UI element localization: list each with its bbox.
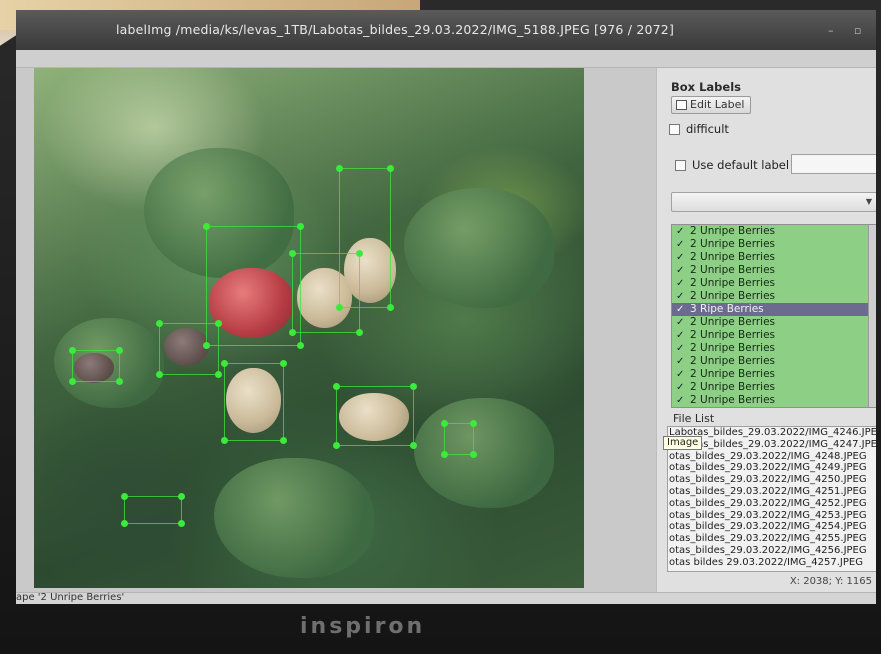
label-list-item[interactable]: ✓ 3 Ripe Berries (672, 303, 876, 316)
label-text: 2 Unripe Berries (690, 238, 776, 250)
file-list-item[interactable]: otas_bildes_29.03.2022/IMG_4256.JPEG (668, 545, 876, 557)
label-text: 2 Unripe Berries (690, 277, 776, 289)
cursor-coords: X: 2038; Y: 1165 (789, 576, 872, 587)
check-icon[interactable]: ✓ (676, 368, 686, 381)
labelimg-window: labelImg /media/ks/levas_1TB/Labotas_bil… (16, 10, 876, 604)
check-icon[interactable]: ✓ (676, 316, 686, 329)
label-list-item[interactable]: ✓ 2 Unripe Berries (672, 355, 876, 368)
laptop-brand-logo: inspiron (300, 614, 426, 639)
leaf (214, 458, 374, 578)
label-list-item[interactable]: ✓ 2 Unripe Berries (672, 238, 876, 251)
label-list[interactable]: ✓ 2 Unripe Berries ✓ 2 Unripe Berries ✓ 2 Unr… (671, 224, 876, 408)
canvas-area[interactable] (16, 68, 656, 592)
label-text: 2 Unripe Berries (690, 329, 776, 341)
label-text: 2 Unripe Berries (690, 381, 776, 393)
label-text: 2 Unripe Berries (690, 342, 776, 354)
difficult-label: difficult (686, 122, 729, 136)
photo-of-laptop-screen: labelImg /media/ks/levas_1TB/Labotas_bil… (0, 0, 881, 654)
maximize-icon[interactable]: ▫ (854, 24, 861, 37)
label-text: 3 Ripe Berries (690, 303, 764, 315)
file-list-item[interactable]: otas_bildes_29.03.2022/IMG_4253.JPEG (668, 510, 876, 522)
status-bar: ape '2 Unripe Berries' (16, 592, 876, 604)
bounding-box[interactable] (336, 165, 394, 311)
dock-title: Box Labels (671, 80, 741, 94)
check-icon[interactable]: ✓ (676, 342, 686, 355)
bounding-box[interactable] (333, 383, 417, 449)
title-bar: labelImg /media/ks/levas_1TB/Labotas_bil… (16, 10, 876, 50)
file-list-item[interactable]: otas_bildes_29.03.2022/IMG_4252.JPEG (668, 498, 876, 510)
checkbox-icon (669, 123, 680, 135)
use-default-label-text: Use default label (692, 158, 790, 172)
check-icon[interactable]: ✓ (676, 225, 686, 238)
status-text: ape '2 Unripe Berries' (16, 592, 125, 603)
label-list-item[interactable]: ✓ 2 Unripe Berries (672, 225, 876, 238)
window-title: labelImg /media/ks/levas_1TB/Labotas_bil… (116, 22, 675, 37)
label-list-item[interactable]: ✓ 2 Unripe Berries (672, 251, 876, 264)
label-text: 2 Unripe Berries (690, 251, 776, 263)
label-list-item[interactable]: ✓ 2 Unripe Berries (672, 381, 876, 394)
check-icon[interactable]: ✓ (676, 303, 686, 316)
label-list-item[interactable]: ✓ 2 Unripe Berries (672, 329, 876, 342)
check-icon[interactable]: ✓ (676, 251, 686, 264)
label-combo[interactable]: ▼ (671, 192, 876, 212)
label-list-item[interactable]: ✓ 2 Unripe Berries (672, 342, 876, 355)
check-icon[interactable]: ✓ (676, 355, 686, 368)
label-list-item[interactable]: ✓ 2 Unripe Berries (672, 264, 876, 277)
file-list-item[interactable]: otas_bildes_29.03.2022/IMG_4249.JPEG (668, 462, 876, 474)
file-list-item[interactable]: otas_bildes_29.03.2022/IMG_4248.JPEG (668, 451, 876, 463)
difficult-checkbox[interactable]: difficult (669, 122, 729, 136)
label-list-item[interactable]: ✓ 2 Unripe Berries (672, 316, 876, 329)
label-list-item[interactable]: ✓ 2 Unripe Berries (672, 368, 876, 381)
leaf (414, 398, 554, 508)
check-icon[interactable]: ✓ (676, 238, 686, 251)
check-icon[interactable]: ✓ (676, 381, 686, 394)
default-label-input[interactable] (791, 154, 876, 174)
label-list-item[interactable]: ✓ 2 Unripe Berries (672, 277, 876, 290)
check-icon[interactable]: ✓ (676, 394, 686, 407)
file-list-item[interactable]: otas_bildes_29.03.2022/IMG_4251.JPEG (668, 486, 876, 498)
chevron-down-icon: ▼ (865, 197, 872, 206)
label-list-item[interactable]: ✓ 2 Unripe Berries (672, 290, 876, 303)
label-text: 2 Unripe Berries (690, 368, 776, 380)
use-default-label-checkbox[interactable]: Use default label (675, 158, 789, 172)
file-list-title: File List (673, 412, 715, 425)
edit-label-button[interactable]: Edit Label (671, 96, 751, 114)
file-list-item[interactable]: otas_bildes_29.03.2022/IMG_4254.JPEG (668, 521, 876, 533)
box-labels-dock: Box Labels Edit Label difficult Use defa… (656, 68, 876, 592)
label-text: 2 Unripe Berries (690, 290, 776, 302)
file-list-item[interactable]: otas_bildes_29.03.2022/IMG_4255.JPEG (668, 533, 876, 545)
check-icon[interactable]: ✓ (676, 290, 686, 303)
check-icon[interactable]: ✓ (676, 277, 686, 290)
checkbox-icon (675, 159, 686, 171)
label-text: 2 Unripe Berries (690, 225, 776, 237)
bounding-box[interactable] (221, 360, 287, 444)
bounding-box[interactable] (121, 493, 185, 527)
scrollbar[interactable] (868, 225, 876, 407)
bounding-box[interactable] (203, 223, 304, 349)
label-list-item[interactable]: ✓ 2 Unripe Berries (672, 394, 876, 407)
tooltip: Image (663, 436, 703, 450)
menu-bar (16, 50, 876, 68)
bounding-box[interactable] (156, 320, 222, 378)
edit-icon (676, 100, 687, 110)
label-text: 2 Unripe Berries (690, 394, 776, 406)
leaf (404, 188, 554, 308)
minimize-icon[interactable]: – (828, 24, 834, 37)
edit-label-text: Edit Label (690, 98, 745, 111)
check-icon[interactable]: ✓ (676, 264, 686, 277)
image-canvas[interactable] (34, 68, 584, 588)
check-icon[interactable]: ✓ (676, 329, 686, 342)
bounding-box[interactable] (69, 347, 123, 385)
label-text: 2 Unripe Berries (690, 316, 776, 328)
file-list-item[interactable]: otas_bildes_29.03.2022/IMG_4250.JPEG (668, 474, 876, 486)
label-text: 2 Unripe Berries (690, 264, 776, 276)
bounding-box[interactable] (441, 420, 477, 458)
label-text: 2 Unripe Berries (690, 355, 776, 367)
file-list-item[interactable]: otas bildes 29.03.2022/IMG_4257.JPEG (668, 557, 876, 569)
